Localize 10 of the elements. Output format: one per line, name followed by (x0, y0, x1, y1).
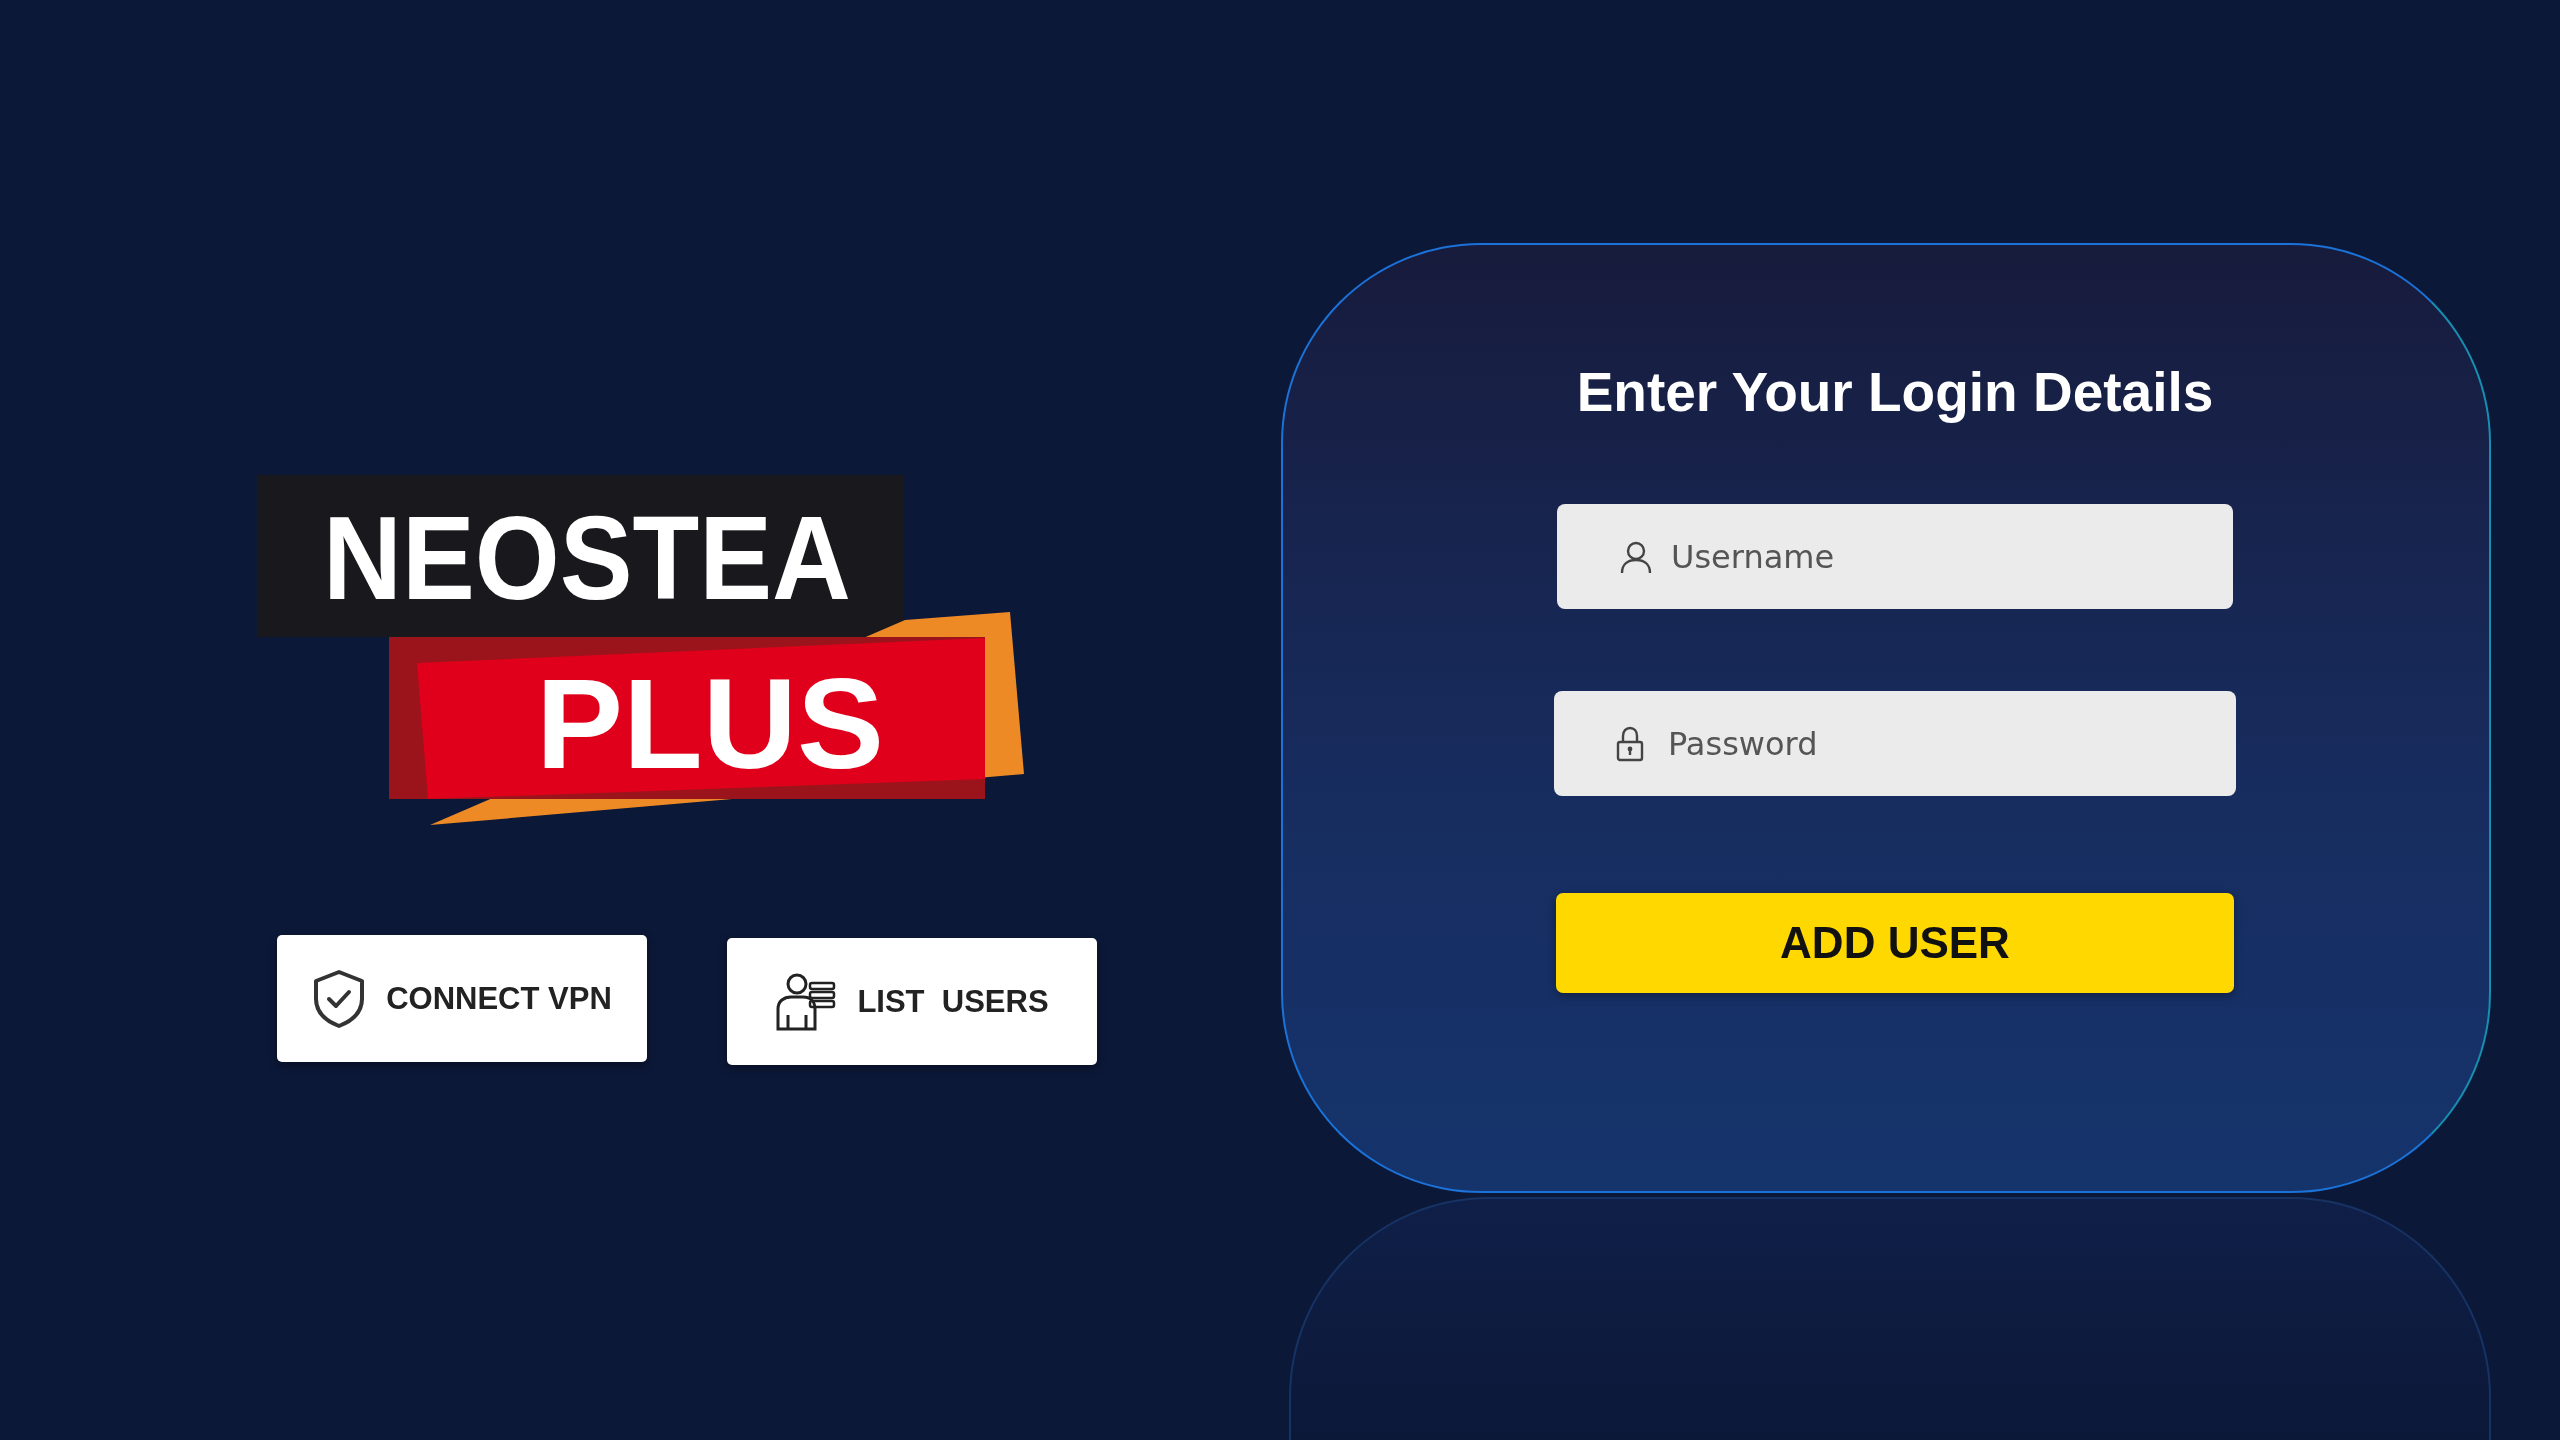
user-list-icon (775, 972, 838, 1031)
logo-text: NEOSTEA (323, 492, 894, 624)
add-user-button[interactable]: ADD USER (1556, 893, 2234, 993)
login-title: Enter Your Login Details (1576, 360, 2214, 424)
username-field[interactable]: Username (1557, 504, 2233, 609)
list-users-button[interactable]: LIST USERS (727, 938, 1097, 1065)
logo-text: PLUS (536, 652, 878, 795)
password-field[interactable]: Password (1554, 691, 2236, 796)
connect-vpn-button[interactable]: CONNECT VPN (277, 935, 647, 1062)
shield-check-icon (312, 968, 367, 1029)
